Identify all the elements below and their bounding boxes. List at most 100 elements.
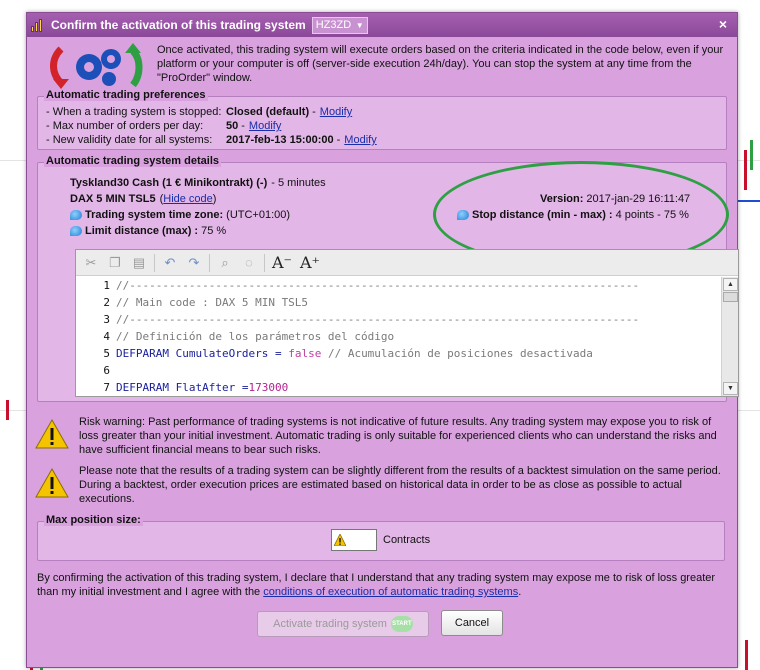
backtest-warning: Please note that the results of a tradin…	[35, 464, 725, 508]
candle	[750, 140, 753, 170]
copy-icon[interactable]: ❐	[106, 254, 124, 272]
search-icon[interactable]: ⌕	[216, 254, 234, 272]
toolbar-divider	[209, 253, 210, 272]
hide-code-link[interactable]: Hide code	[163, 193, 213, 205]
separator: -	[312, 106, 316, 118]
limit-line: Limit distance (max) : 75 %	[70, 225, 226, 237]
line-number: 3	[103, 313, 110, 326]
backtest-warning-text: Please note that the results of a tradin…	[79, 465, 721, 505]
font-increase-icon[interactable]: A⁺	[299, 253, 321, 272]
code-line: 7 DEFPARAM FlatAfter =173000	[76, 379, 720, 396]
code-text: // Definición de los parámetros del códi…	[116, 330, 395, 343]
cancel-button[interactable]: Cancel	[441, 610, 503, 636]
pref-row-orders: - Max number of orders per day: 50 - Mod…	[46, 120, 281, 134]
close-button[interactable]: ×	[715, 16, 731, 32]
timezone-value: (UTC+01:00)	[226, 209, 291, 221]
preferences-title: Automatic trading preferences	[44, 89, 208, 101]
window-title: Confirm the activation of this trading s…	[51, 18, 306, 32]
candle	[744, 150, 747, 190]
activate-label: Activate trading system	[273, 618, 387, 630]
separator: -	[336, 134, 341, 146]
modify-link[interactable]: Modify	[249, 120, 281, 134]
info-bubble-icon[interactable]	[70, 226, 82, 236]
code-scrollbar[interactable]: ▲ ▼	[721, 277, 738, 396]
warning-icon	[334, 534, 346, 546]
limit-value: 75 %	[201, 225, 227, 237]
pref-label: - Max number of orders per day:	[46, 120, 204, 132]
pref-label: - New validity date for all systems:	[46, 134, 213, 146]
code-boolean: false	[288, 347, 322, 360]
pref-row-stopped: - When a trading system is stopped: Clos…	[46, 106, 352, 120]
paren-close: )	[212, 193, 217, 205]
code-text: DEFPARAM FlatAfter =173000	[114, 381, 288, 394]
intro-section: Once activated, this trading system will…	[49, 43, 729, 91]
system-select-value: HZ3ZD	[315, 19, 352, 31]
pref-value: 50	[226, 120, 239, 132]
code-text: FlatAfter =	[168, 381, 249, 394]
redo-icon[interactable]: ↷	[185, 254, 203, 272]
candle	[6, 400, 9, 420]
timezone-line: Trading system time zone: (UTC+01:00)	[70, 209, 290, 221]
risk-warning: Risk warning: Past performance of tradin…	[35, 415, 725, 459]
code-comment: // Acumulación de posiciones desactivada	[321, 347, 593, 360]
code-area[interactable]: 1 //------------------------------------…	[76, 277, 720, 396]
intro-text: Once activated, this trading system will…	[157, 44, 724, 84]
position-panel: Max position size:	[37, 514, 725, 561]
instrument-name: Tyskland30 Cash (1 € Minikontrakt) (-)	[70, 177, 268, 189]
code-text: //--------------------------------------…	[116, 313, 640, 326]
contracts-label: Contracts	[383, 534, 431, 546]
chevron-down-icon: ▼	[355, 20, 364, 30]
warning-icon	[35, 419, 69, 449]
scrollbar-thumb[interactable]	[723, 292, 738, 302]
code-line: 1 //------------------------------------…	[76, 277, 720, 294]
declaration-end: .	[518, 586, 522, 598]
comment-icon[interactable]: ◌	[240, 254, 258, 272]
info-bubble-icon[interactable]	[70, 210, 82, 220]
system-name-line: DAX 5 MIN TSL5 ( Hide code )	[70, 193, 216, 205]
code-line: 2 // Main code : DAX 5 MIN TSL5	[76, 294, 720, 311]
font-decrease-icon[interactable]: A⁻	[271, 253, 293, 272]
conditions-link[interactable]: conditions of execution of automatic tra…	[263, 586, 518, 598]
cut-icon[interactable]: ✂	[82, 254, 100, 272]
pref-value: Closed (default)	[226, 106, 310, 118]
line-number: 5	[103, 347, 110, 360]
line-number: 1	[103, 279, 110, 292]
scroll-up-icon[interactable]: ▲	[723, 278, 738, 291]
activate-button[interactable]: Activate trading system START	[257, 611, 429, 637]
line-number: 2	[103, 296, 110, 309]
code-text: // Main code : DAX 5 MIN TSL5	[116, 296, 309, 309]
code-keyword: DEFPARAM	[116, 381, 169, 394]
code-line: 6	[76, 362, 720, 379]
toolbar-divider	[264, 253, 265, 272]
code-text: CumulateOrders =	[168, 347, 289, 360]
undo-icon[interactable]: ↶	[161, 254, 179, 272]
warning-icon	[35, 468, 69, 498]
line-number: 6	[103, 364, 110, 377]
details-title: Automatic trading system details	[44, 155, 221, 167]
timeframe: - 5 minutes	[271, 177, 326, 189]
code-line: 4 // Definición de los parámetros del có…	[76, 328, 720, 345]
code-keyword: DEFPARAM	[116, 347, 169, 360]
code-editor[interactable]: ✂ ❐ ▤ ↶ ↷ ⌕ ◌ A⁻ A⁺ 1 //----------------…	[75, 249, 739, 397]
activation-dialog: Confirm the activation of this trading s…	[26, 12, 739, 668]
toolbar-divider	[154, 253, 155, 272]
code-text: DEFPARAM CumulateOrders = false // Acumu…	[114, 347, 593, 360]
modify-link[interactable]: Modify	[320, 106, 352, 120]
code-text: //--------------------------------------…	[116, 279, 640, 292]
risk-warning-text: Risk warning: Past performance of tradin…	[79, 416, 717, 456]
system-select[interactable]: HZ3ZD ▼	[311, 16, 368, 34]
code-line: 3 //------------------------------------…	[76, 311, 720, 328]
separator: -	[241, 120, 245, 132]
declaration: By confirming the activation of this tra…	[37, 571, 727, 599]
scroll-down-icon[interactable]: ▼	[723, 382, 738, 395]
pref-value: 2017-feb-13 15:00:00	[226, 134, 334, 146]
system-name: DAX 5 MIN TSL5	[70, 193, 156, 205]
price-line	[738, 200, 760, 202]
contracts-input[interactable]	[331, 529, 377, 551]
modify-link[interactable]: Modify	[344, 134, 376, 148]
paste-icon[interactable]: ▤	[130, 254, 148, 272]
start-badge: START	[390, 616, 413, 632]
timezone-label: Trading system time zone:	[85, 209, 224, 221]
pref-row-validity: - New validity date for all systems: 201…	[46, 134, 377, 148]
title-bar[interactable]: Confirm the activation of this trading s…	[27, 13, 737, 37]
